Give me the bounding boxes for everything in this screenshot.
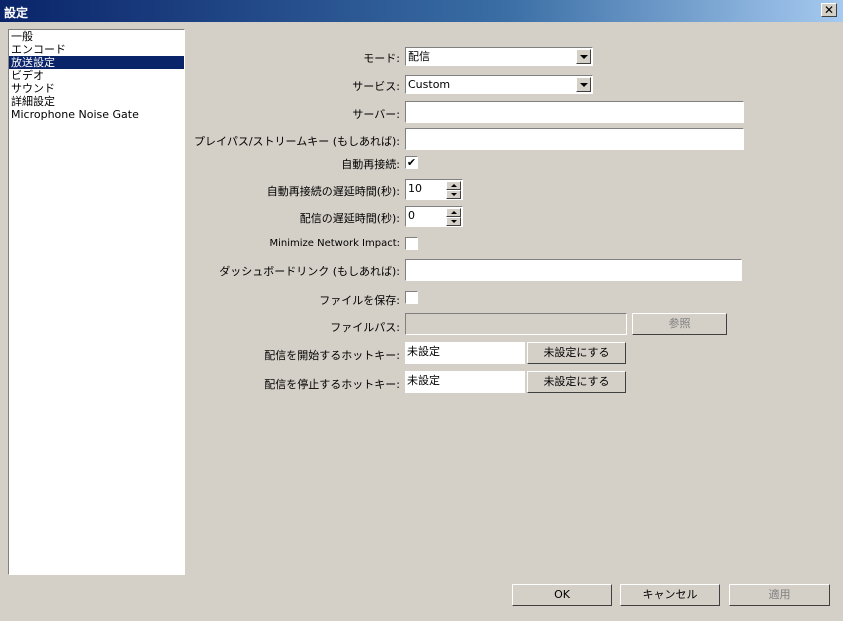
spin-down-icon[interactable]: [446, 190, 461, 199]
cancel-button[interactable]: キャンセル: [620, 584, 720, 606]
window-title: 設定: [4, 6, 29, 20]
autoreconnect-checkbox[interactable]: ✔: [405, 156, 418, 169]
stream-delay-label: 配信の遅延時間(秒):: [299, 212, 400, 225]
category-item-video[interactable]: ビデオ: [9, 69, 184, 82]
category-item-sound[interactable]: サウンド: [9, 82, 184, 95]
service-select[interactable]: Custom: [405, 75, 593, 94]
spin-up-icon[interactable]: [446, 208, 461, 217]
title-bar: 設定 ✕: [0, 0, 843, 22]
clear-start-hotkey-button[interactable]: 未設定にする: [527, 342, 626, 364]
reconnect-delay-value: 10: [408, 182, 422, 195]
playpath-input[interactable]: [405, 128, 744, 150]
close-icon: ✕: [823, 3, 835, 17]
chevron-down-icon[interactable]: [576, 77, 591, 92]
spin-up-icon[interactable]: [446, 181, 461, 190]
start-hotkey-label: 配信を開始するホットキー:: [264, 349, 400, 362]
category-item-encoding[interactable]: エンコード: [9, 43, 184, 56]
minimize-impact-label: Minimize Network Impact:: [269, 238, 400, 249]
ok-button[interactable]: OK: [512, 584, 612, 606]
stop-hotkey-input[interactable]: 未設定: [405, 371, 525, 393]
category-item-broadcast[interactable]: 放送設定: [9, 56, 184, 69]
service-label: サービス:: [352, 80, 400, 93]
close-button[interactable]: ✕: [821, 3, 837, 17]
start-hotkey-input[interactable]: 未設定: [405, 342, 525, 364]
checkmark-icon: ✔: [406, 156, 417, 169]
apply-button: 適用: [729, 584, 830, 606]
category-list: 一般 エンコード 放送設定 ビデオ サウンド 詳細設定 Microphone N…: [8, 29, 185, 575]
mode-value: 配信: [408, 50, 430, 63]
file-path-input: [405, 313, 627, 335]
stream-delay-spinner[interactable]: 0: [405, 206, 463, 227]
category-item-general[interactable]: 一般: [9, 30, 184, 43]
reconnect-delay-spinner[interactable]: 10: [405, 179, 463, 200]
category-item-advanced[interactable]: 詳細設定: [9, 95, 184, 108]
save-file-checkbox[interactable]: [405, 291, 418, 304]
spin-down-icon[interactable]: [446, 217, 461, 226]
dashboard-label: ダッシュボードリンク (もしあれば):: [219, 265, 400, 278]
mode-label: モード:: [363, 52, 400, 65]
clear-stop-hotkey-button[interactable]: 未設定にする: [527, 371, 626, 393]
dashboard-input[interactable]: [405, 259, 742, 281]
category-item-mic-noise-gate[interactable]: Microphone Noise Gate: [9, 108, 184, 121]
save-file-label: ファイルを保存:: [319, 294, 400, 307]
mode-select[interactable]: 配信: [405, 47, 593, 66]
chevron-down-icon[interactable]: [576, 49, 591, 64]
server-label: サーバー:: [352, 108, 400, 121]
server-input[interactable]: [405, 101, 744, 123]
stop-hotkey-label: 配信を停止するホットキー:: [264, 378, 400, 391]
playpath-label: プレイパス/ストリームキー (もしあれば):: [194, 135, 400, 148]
minimize-impact-checkbox[interactable]: [405, 237, 418, 250]
autoreconnect-label: 自動再接続:: [341, 158, 400, 171]
stream-delay-value: 0: [408, 209, 415, 222]
browse-button: 参照: [632, 313, 727, 335]
reconnect-delay-label: 自動再接続の遅延時間(秒):: [266, 185, 400, 198]
file-path-label: ファイルパス:: [330, 321, 400, 334]
service-value: Custom: [408, 78, 451, 91]
